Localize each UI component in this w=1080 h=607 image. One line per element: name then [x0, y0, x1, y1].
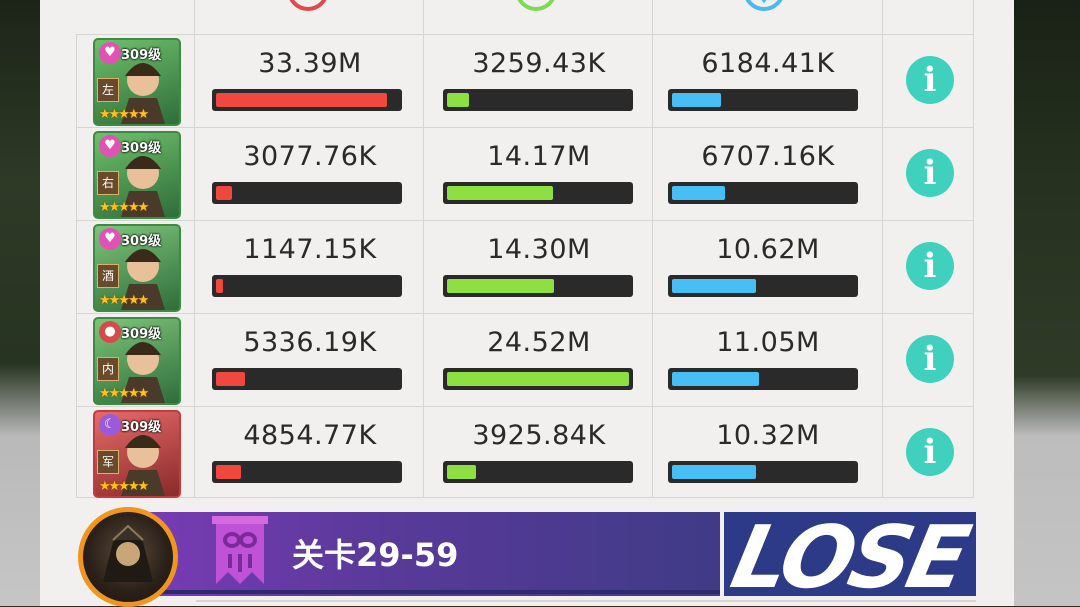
damage-icon [289, 0, 327, 11]
shield-value: 11.05M [716, 327, 820, 358]
stage-label: 关卡29-59 [292, 536, 459, 574]
hero-portrait[interactable]: ☾ 309级军 ★★★★★ [93, 410, 181, 498]
bottom-divider [196, 600, 976, 602]
hero-level: 309级 [121, 327, 162, 342]
result-badge: LOSE [724, 512, 976, 596]
heal-value: 3925.84K [472, 420, 606, 451]
hero-portrait[interactable]: ♥ 309级酒 ★★★★★ [93, 224, 181, 312]
shield-bar-fill [672, 186, 725, 200]
shield-value: 10.32M [716, 420, 820, 451]
shield-bar-fill [672, 93, 721, 107]
hero-stars: ★★★★★ [99, 293, 149, 308]
shield-value: 6707.16K [701, 141, 835, 172]
row-divider [76, 406, 974, 407]
hero-level: 309级 [121, 420, 162, 435]
shield-bar-fill [672, 465, 756, 479]
heal-bar-fill [447, 186, 553, 200]
hero-stars: ★★★★★ [99, 107, 149, 122]
damage-value: 5336.19K [243, 327, 377, 358]
heal-bar [443, 368, 633, 390]
damage-bar-fill [216, 279, 223, 293]
damage-bar-fill [216, 465, 241, 479]
hero-portrait[interactable]: ● 309级内 ★★★★★ [93, 317, 181, 405]
damage-value: 1147.15K [243, 234, 377, 265]
hero-position-tag: 军 [97, 450, 119, 474]
shield-bar-fill [672, 372, 759, 386]
row-divider [76, 220, 974, 221]
hero-gem-icon: ♥ [99, 42, 121, 64]
shield-icon [745, 0, 783, 11]
damage-bar-fill [216, 186, 232, 200]
shield-bar [668, 89, 858, 111]
shield-bar [668, 182, 858, 204]
hero-gem-icon: ♥ [99, 228, 121, 250]
heal-icon [517, 0, 555, 11]
heal-bar-fill [447, 279, 554, 293]
damage-bar [212, 182, 402, 204]
row-divider [76, 313, 974, 314]
hero-gem-icon: ☾ [99, 414, 121, 436]
heal-bar [443, 182, 633, 204]
row-divider [76, 34, 974, 35]
damage-bar-fill [216, 372, 245, 386]
hero-stars: ★★★★★ [99, 479, 149, 494]
shield-bar [668, 461, 858, 483]
background-left [0, 0, 40, 606]
hero-level: 309级 [121, 141, 162, 156]
hero-gem-icon: ● [99, 321, 121, 343]
damage-value: 3077.76K [243, 141, 377, 172]
row-divider [76, 127, 974, 128]
heal-bar [443, 461, 633, 483]
shield-value: 6184.41K [701, 48, 835, 79]
hero-stars: ★★★★★ [99, 386, 149, 401]
heal-bar-fill [447, 93, 469, 107]
hero-position-tag: 酒 [97, 264, 119, 288]
hero-portrait[interactable]: ♥ 309级左 ★★★★★ [93, 38, 181, 126]
hero-level: 309级 [121, 48, 162, 63]
heal-value: 24.52M [487, 327, 591, 358]
info-button[interactable]: i [906, 149, 954, 197]
banner-stripe [140, 590, 720, 594]
info-button[interactable]: i [906, 335, 954, 383]
hero-position-tag: 左 [97, 78, 119, 102]
shield-bar [668, 368, 858, 390]
row-divider [76, 497, 974, 498]
hero-stars: ★★★★★ [99, 200, 149, 215]
damage-bar [212, 89, 402, 111]
shield-bar-fill [672, 279, 756, 293]
stage-flag-icon [212, 516, 268, 584]
heal-value: 3259.43K [472, 48, 606, 79]
heal-bar-fill [447, 465, 476, 479]
hero-position-tag: 内 [97, 357, 119, 381]
col-divider [76, 34, 77, 498]
shield-bar [668, 275, 858, 297]
hero-position-tag: 右 [97, 171, 119, 195]
result-text: LOSE [724, 512, 975, 596]
damage-value: 33.39M [258, 48, 362, 79]
damage-value: 4854.77K [243, 420, 377, 451]
col-divider [973, 0, 974, 498]
info-button[interactable]: i [906, 56, 954, 104]
hero-portrait[interactable]: ♥ 309级右 ★★★★★ [93, 131, 181, 219]
damage-bar-fill [216, 93, 387, 107]
heal-bar [443, 275, 633, 297]
hero-level: 309级 [121, 234, 162, 249]
damage-bar [212, 368, 402, 390]
info-button[interactable]: i [906, 428, 954, 476]
heal-value: 14.17M [487, 141, 591, 172]
info-button[interactable]: i [906, 242, 954, 290]
damage-bar [212, 275, 402, 297]
heal-bar-fill [447, 372, 629, 386]
warrior-portrait-icon [103, 524, 153, 582]
heal-bar [443, 89, 633, 111]
background-right [1014, 0, 1080, 606]
player-avatar [78, 507, 178, 607]
hero-gem-icon: ♥ [99, 135, 121, 157]
damage-bar [212, 461, 402, 483]
shield-value: 10.62M [716, 234, 820, 265]
heal-value: 14.30M [487, 234, 591, 265]
